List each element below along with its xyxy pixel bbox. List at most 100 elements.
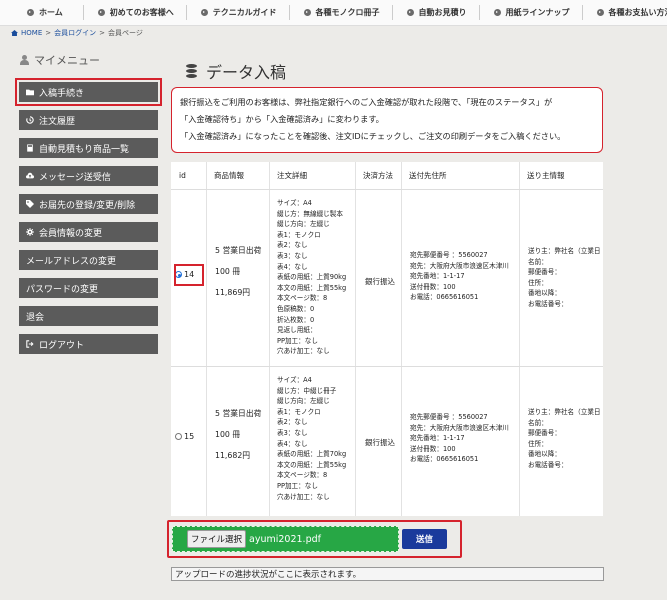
gear-icon [26, 228, 34, 236]
chevron-bullet-icon [303, 9, 311, 16]
detail-line: 表1：モノクロ [277, 230, 321, 239]
breadcrumb-login[interactable]: 会員ログイン [54, 28, 96, 38]
logout-icon [26, 340, 34, 348]
nav-home-label: ホーム [39, 8, 63, 17]
order-radio-15[interactable]: 15 [175, 430, 195, 443]
nav-technical-guide[interactable]: テクニカルガイド [187, 0, 277, 25]
detail-line: 表4：なし [277, 262, 308, 271]
payment-method: 銀行振込 [365, 438, 395, 447]
detail-line: PP加工：なし [277, 336, 318, 345]
detail-line: PP加工：なし [277, 481, 318, 490]
sender-line: お電話番号： [528, 460, 568, 469]
sender-line: 郵便番号： [528, 429, 561, 438]
nav-payment-methods[interactable]: 各種お支払い方法 [583, 0, 667, 25]
nav-auto-quote[interactable]: 自動お見積り [393, 0, 467, 25]
sidebar-item-label: 入稿手続き [39, 88, 85, 99]
chevron-bullet-icon [200, 9, 208, 16]
ship-to-address: 宛先郵便番号 ：5560027 宛先：大阪府大阪市浪速区木津川 宛先番地：1-1… [410, 250, 520, 303]
orders-table: id 商品情報 注文詳細 決済方法 送付先住所 送り主情報 14 5 営業日出荷… [171, 162, 603, 516]
sidebar-item-label: お届先の登録/変更/削除 [39, 200, 136, 211]
sidebar-item-label: メッセージ送受信 [39, 172, 111, 183]
detail-line: 綴じ方向：左綴じ [277, 397, 330, 406]
table-row: 14 5 営業日出荷 100 冊 11,869円 サイズ：A4 綴じ方：無線綴じ… [171, 190, 603, 367]
file-drop-zone[interactable]: ファイル選択 ayumi2021.pdf [172, 526, 399, 552]
sender-info: 送り主：弊社名（立業日 名前： 郵便番号： 住所： 番地以降： お電話番号： [528, 246, 603, 310]
order-id: 15 [184, 432, 195, 441]
header-payment: 決済方法 [363, 171, 393, 180]
header-product: 商品情報 [214, 171, 244, 180]
sidebar-item-delivery-addresses[interactable]: お届先の登録/変更/削除 [19, 194, 158, 214]
sidebar-item-member-info[interactable]: 会員情報の変更 [19, 222, 158, 242]
sender-line: 番地以降： [528, 289, 561, 298]
nav-first-time[interactable]: 初めてのお客様へ [84, 0, 174, 25]
chevron-bullet-icon [596, 9, 604, 16]
selected-file-name: ayumi2021.pdf [249, 533, 321, 545]
detail-line: 表2：なし [277, 241, 308, 250]
detail-line: 表2：なし [277, 418, 308, 427]
nav-home[interactable]: ホーム [0, 0, 63, 25]
address-line: お電話：0665616051 [410, 293, 479, 302]
detail-line: 穴あけ加工：なし [277, 492, 330, 501]
sender-line: 名前： [528, 418, 548, 427]
home-icon [11, 30, 18, 36]
sidebar-title-label: マイメニュー [34, 54, 100, 67]
sidebar-item-email-change[interactable]: メールアドレスの変更 [19, 250, 158, 270]
sidebar-item-logout[interactable]: ログアウト [19, 334, 158, 354]
sender-line: 住所： [528, 278, 548, 287]
detail-line: 綴じ方：無線綴じ製本 [277, 209, 343, 218]
sidebar-item-password-change[interactable]: パスワードの変更 [19, 278, 158, 298]
breadcrumb-separator: > [99, 29, 105, 37]
sidebar-item-auto-quote-list[interactable]: 自動見積もり商品一覧 [19, 138, 158, 158]
sidebar-item-label: メールアドレスの変更 [26, 256, 117, 267]
database-icon [186, 64, 197, 78]
sidebar-item-messages[interactable]: メッセージ送受信 [19, 166, 158, 186]
nav-payment-methods-label: 各種お支払い方法 [608, 8, 667, 17]
notice-line: 「入金確認待ち」から「入金確認済み」に変わります。 [180, 114, 384, 124]
send-button[interactable]: 送信 [402, 529, 447, 549]
person-icon [20, 55, 29, 65]
detail-line: 表1：モノクロ [277, 407, 321, 416]
address-line: 宛先番地：1-1-17 [410, 434, 465, 443]
address-line: 送付冊数：100 [410, 444, 456, 453]
detail-line: 表3：なし [277, 428, 308, 437]
sidebar-item-withdraw[interactable]: 退会 [19, 306, 158, 326]
sender-line: 送り主：弊社名（立業日 [528, 247, 601, 255]
sender-line: 郵便番号： [528, 268, 561, 277]
sidebar-item-label: ログアウト [39, 340, 85, 351]
file-select-button[interactable]: ファイル選択 [187, 530, 247, 548]
detail-line: 見返し用紙： [277, 326, 317, 335]
detail-line: 表3：なし [277, 251, 308, 260]
chevron-bullet-icon [406, 9, 414, 16]
nav-monochrome-booklets[interactable]: 各種モノクロ冊子 [290, 0, 380, 25]
chevron-bullet-icon [97, 9, 105, 16]
payment-method: 銀行振込 [365, 277, 395, 286]
address-line: 宛先番地：1-1-17 [410, 272, 465, 281]
sender-line: 名前： [528, 257, 548, 266]
detail-line: 本文ページ数：8 [277, 471, 328, 480]
sender-line: 番地以降： [528, 450, 561, 459]
page-title: データ入稿 [186, 59, 286, 83]
upload-progress-status: アップロードの進捗状況がここに表示されます。 [171, 567, 604, 581]
detail-line: 綴じ方：中綴じ冊子 [277, 386, 337, 395]
nav-monochrome-booklets-label: 各種モノクロ冊子 [315, 8, 380, 17]
detail-line: 綴じ方向：左綴じ [277, 220, 330, 229]
header-order-details: 注文詳細 [277, 171, 307, 180]
address-line: 宛先：大阪府大阪市浪速区木津川 [410, 423, 509, 432]
sidebar-item-label: 会員情報の変更 [39, 228, 103, 239]
breadcrumb: HOME > 会員ログイン > 会員ページ [11, 28, 143, 38]
history-icon [26, 116, 34, 124]
radio-button[interactable] [175, 433, 182, 440]
nav-paper-lineup[interactable]: 用紙ラインナップ [480, 0, 570, 25]
sidebar-item-order-history[interactable]: 注文履歴 [19, 110, 158, 130]
detail-line: 折込枚数：0 [277, 315, 315, 324]
sidebar-item-label: 注文履歴 [39, 116, 76, 127]
calculator-icon [27, 144, 33, 152]
product-shipping: 5 営業日出荷 [215, 409, 262, 418]
page-title-label: データ入稿 [206, 63, 287, 82]
top-nav: ホーム 初めてのお客様へ テクニカルガイド 各種モノクロ冊子 自動お見積り 用紙… [0, 0, 667, 26]
product-info: 5 営業日出荷 100 冊 11,869円 [215, 240, 269, 303]
chevron-bullet-icon [27, 9, 34, 16]
sender-info: 送り主：弊社名（立業日 名前： 郵便番号： 住所： 番地以降： お電話番号： [528, 407, 603, 471]
sidebar-item-submission[interactable]: 入稿手続き [15, 78, 162, 106]
breadcrumb-home[interactable]: HOME [21, 29, 42, 37]
